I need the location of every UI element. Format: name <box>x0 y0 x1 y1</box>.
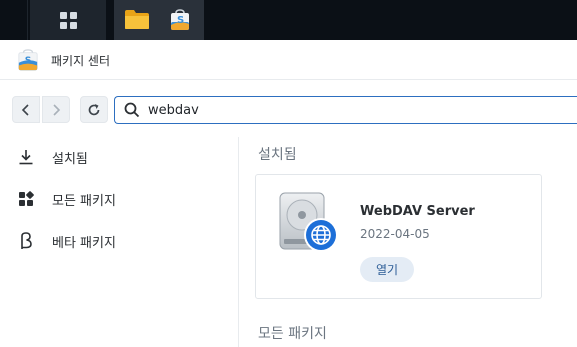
window-header: S 패키지 센터 <box>0 40 577 80</box>
refresh-icon <box>88 103 100 115</box>
search-field[interactable] <box>114 96 577 124</box>
section-title-installed: 설치됨 <box>258 147 297 163</box>
sidebar-item-beta-packages[interactable]: 베타 패키지 <box>18 229 228 253</box>
svg-text:S: S <box>25 55 32 66</box>
chevron-right-icon <box>53 103 61 116</box>
taskbar-left-slot[interactable] <box>0 0 28 40</box>
taskbar-apps: S <box>114 0 204 40</box>
sidebar-item-installed[interactable]: 설치됨 <box>18 145 228 169</box>
package-name: WebDAV Server <box>360 204 475 219</box>
sidebar: 설치됨 모든 패키지 베타 패키지 <box>0 137 239 347</box>
main-menu-icon <box>59 11 77 29</box>
sidebar-item-label: 베타 패키지 <box>52 235 116 251</box>
package-center-app-icon: S <box>18 49 38 71</box>
beta-icon <box>18 231 40 251</box>
sidebar-item-label: 모든 패키지 <box>52 193 116 209</box>
refresh-button[interactable] <box>80 96 108 123</box>
file-station-icon[interactable] <box>124 9 150 30</box>
package-center-icon[interactable]: S <box>168 8 192 32</box>
webdav-server-icon <box>279 192 338 252</box>
sidebar-item-label: 설치됨 <box>52 151 88 167</box>
package-date: 2022-04-05 <box>360 227 430 241</box>
main-menu-button[interactable] <box>30 0 106 40</box>
sidebar-item-all-packages[interactable]: 모든 패키지 <box>18 187 228 211</box>
section-title-all-packages: 모든 패키지 <box>258 326 327 342</box>
forward-button[interactable] <box>42 96 70 123</box>
grid-icon <box>18 189 40 209</box>
window-title: 패키지 센터 <box>51 54 111 68</box>
taskbar: S <box>0 0 577 40</box>
search-input[interactable] <box>148 100 568 120</box>
back-button[interactable] <box>12 96 40 123</box>
download-icon <box>18 147 40 167</box>
svg-text:S: S <box>177 15 184 26</box>
search-icon <box>124 102 140 118</box>
open-button[interactable]: 열기 <box>360 257 414 282</box>
chevron-left-icon <box>21 103 29 116</box>
package-card[interactable]: WebDAV Server 2022-04-05 열기 <box>255 174 542 299</box>
